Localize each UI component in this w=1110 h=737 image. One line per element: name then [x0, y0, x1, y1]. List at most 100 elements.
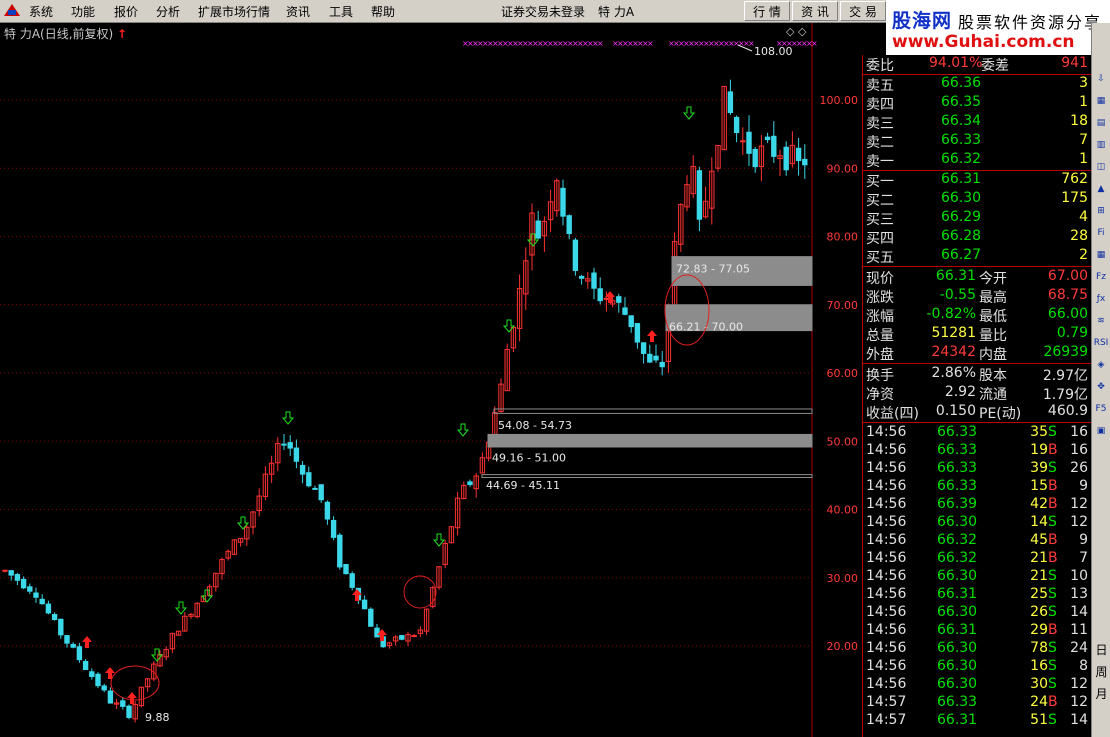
toolbar-icon[interactable]: ✥ [1093, 379, 1109, 395]
price-zone-band [487, 433, 813, 448]
kline-chart[interactable]: 特 力A(日线,前复权) ↑ ◇ ◇ 100.00 90.00 80.00 70.00… [0, 23, 862, 737]
toolbar-icon[interactable]: ◫ [1093, 159, 1109, 175]
stat-value: 67.00 [1047, 268, 1088, 284]
news-tab-button[interactable]: 资 讯 [792, 1, 838, 21]
price-axis-label: 40.00 [827, 504, 859, 517]
fundamental-value: 2.86% [931, 365, 976, 381]
candle-body [764, 136, 771, 141]
candle-body [281, 443, 287, 446]
bid-level-label: 买三 [866, 212, 894, 228]
menu-quote[interactable]: 报价 [114, 3, 138, 20]
price-zone-label: 44.69 - 45.11 [486, 479, 560, 492]
toolbar-icon[interactable]: ▲ [1093, 181, 1109, 197]
period-button[interactable]: 周 [1094, 663, 1109, 680]
order-ratio-value: 94.01% [929, 55, 983, 71]
candle-body [58, 618, 64, 636]
tick-side: B [1048, 622, 1058, 638]
toolbar-icon[interactable]: F5 [1093, 401, 1109, 417]
stat-row: 涨跌 -0.55 最高 68.75 [863, 287, 1091, 306]
candle-body [324, 501, 331, 520]
candle-body [771, 135, 777, 157]
top-marker: × [811, 39, 818, 48]
ask-row: 卖四 66.35 1 [863, 94, 1091, 113]
quote-tab-button[interactable]: 行 情 [744, 1, 790, 21]
tick-side: B [1048, 478, 1058, 494]
candle-body [696, 170, 703, 220]
toolbar-icon[interactable]: ≋ [1093, 313, 1109, 329]
menu-help[interactable]: 帮助 [371, 3, 395, 20]
tick-price: 66.33 [937, 460, 978, 476]
candle-body [783, 146, 789, 171]
fundamental-label: 净资 [866, 387, 894, 403]
candle-body [299, 464, 306, 475]
ask-volume: 7 [1079, 132, 1088, 148]
period-button[interactable]: 日 [1094, 641, 1109, 658]
tick-volume: 21 [1030, 550, 1048, 566]
toolbar-icon[interactable]: ▦ [1093, 93, 1109, 109]
stat-row: 总量 51281 量比 0.79 [863, 325, 1091, 344]
stat-value: -0.55 [939, 287, 976, 303]
menu-function[interactable]: 功能 [71, 3, 95, 20]
toolbar-icon[interactable]: RSI [1093, 335, 1109, 351]
ask-price: 66.35 [941, 94, 982, 110]
tick-price: 66.30 [937, 658, 978, 674]
toolbar-icon[interactable]: Fz [1093, 269, 1109, 285]
toolbar-icon[interactable]: ƒx [1093, 291, 1109, 307]
tick-count: 9 [1079, 478, 1088, 494]
menu-system[interactable]: 系统 [29, 3, 53, 20]
stat-value: 26939 [1043, 344, 1088, 360]
highlight-circle [110, 665, 160, 701]
bid-price: 66.29 [941, 209, 982, 225]
ask-level-label: 卖三 [866, 116, 894, 132]
candle-body [603, 297, 610, 300]
tick-price: 66.31 [937, 712, 978, 728]
menu-extended-market[interactable]: 扩展市场行情 [198, 3, 270, 20]
period-button[interactable]: 月 [1094, 685, 1109, 702]
bid-price: 66.30 [941, 190, 982, 206]
ask-volume: 1 [1079, 94, 1088, 110]
stat-value: -0.82% [926, 306, 976, 322]
toolbar-icon[interactable]: ▣ [1093, 423, 1109, 439]
toolbar-icon[interactable]: ▥ [1093, 137, 1109, 153]
tick-side: S [1048, 568, 1057, 584]
login-status: 证券交易未登录 [501, 5, 586, 19]
highlight-circle [403, 575, 437, 609]
tick-price: 66.32 [937, 550, 978, 566]
stat-label: 最低 [979, 309, 1007, 325]
trade-tab-button[interactable]: 交 易 [840, 1, 886, 21]
bid-row: 买一 66.31 762 [863, 171, 1091, 190]
toolbar-icon[interactable]: Fi [1093, 225, 1109, 241]
menu-analysis[interactable]: 分析 [156, 3, 180, 20]
toolbar-icon[interactable]: ▦ [1093, 247, 1109, 263]
stat-label: 量比 [979, 328, 1007, 344]
toolbar-icon[interactable]: ⊞ [1093, 203, 1109, 219]
tick-time: 14:56 [866, 478, 907, 494]
menu-tools[interactable]: 工具 [329, 3, 353, 20]
toolbar-icon[interactable]: ▤ [1093, 115, 1109, 131]
candle-body [349, 573, 355, 588]
menu-news[interactable]: 资讯 [286, 3, 310, 20]
price-zone-label: 49.16 - 51.00 [492, 452, 566, 465]
tick-row: 14:56 66.33 35 S 16 [863, 424, 1091, 443]
tick-volume: 39 [1030, 460, 1048, 476]
candle-body [411, 635, 417, 638]
candle-body [591, 272, 597, 289]
tick-volume: 25 [1030, 586, 1048, 602]
tick-count: 12 [1070, 496, 1088, 512]
candle-body [640, 342, 647, 354]
stat-value: 66.31 [935, 268, 976, 284]
tick-time: 14:57 [866, 694, 907, 710]
toolbar-icon[interactable]: ◈ [1093, 357, 1109, 373]
price-axis-label: 70.00 [827, 299, 859, 312]
candle-body [374, 627, 380, 638]
candle-body [727, 91, 734, 114]
tick-volume: 15 [1030, 478, 1048, 494]
side-toolbar: ⇩ ▦ ▤ ▥ ◫ ▲ ⊞ Fi ▦ Fz ƒx ≋ RSI ◈ ✥ F5 ▣ 日周月 [1091, 23, 1110, 737]
tick-row: 14:56 66.31 29 B 11 [863, 622, 1091, 641]
tick-row: 14:56 66.39 42 B 12 [863, 496, 1091, 515]
toolbar-icon[interactable]: ⇩ [1093, 71, 1109, 87]
fundamental-value: 1.79亿 [1042, 387, 1088, 403]
tick-count: 11 [1070, 622, 1088, 638]
tick-side: S [1048, 604, 1057, 620]
tick-row: 14:56 66.33 19 B 16 [863, 442, 1091, 461]
